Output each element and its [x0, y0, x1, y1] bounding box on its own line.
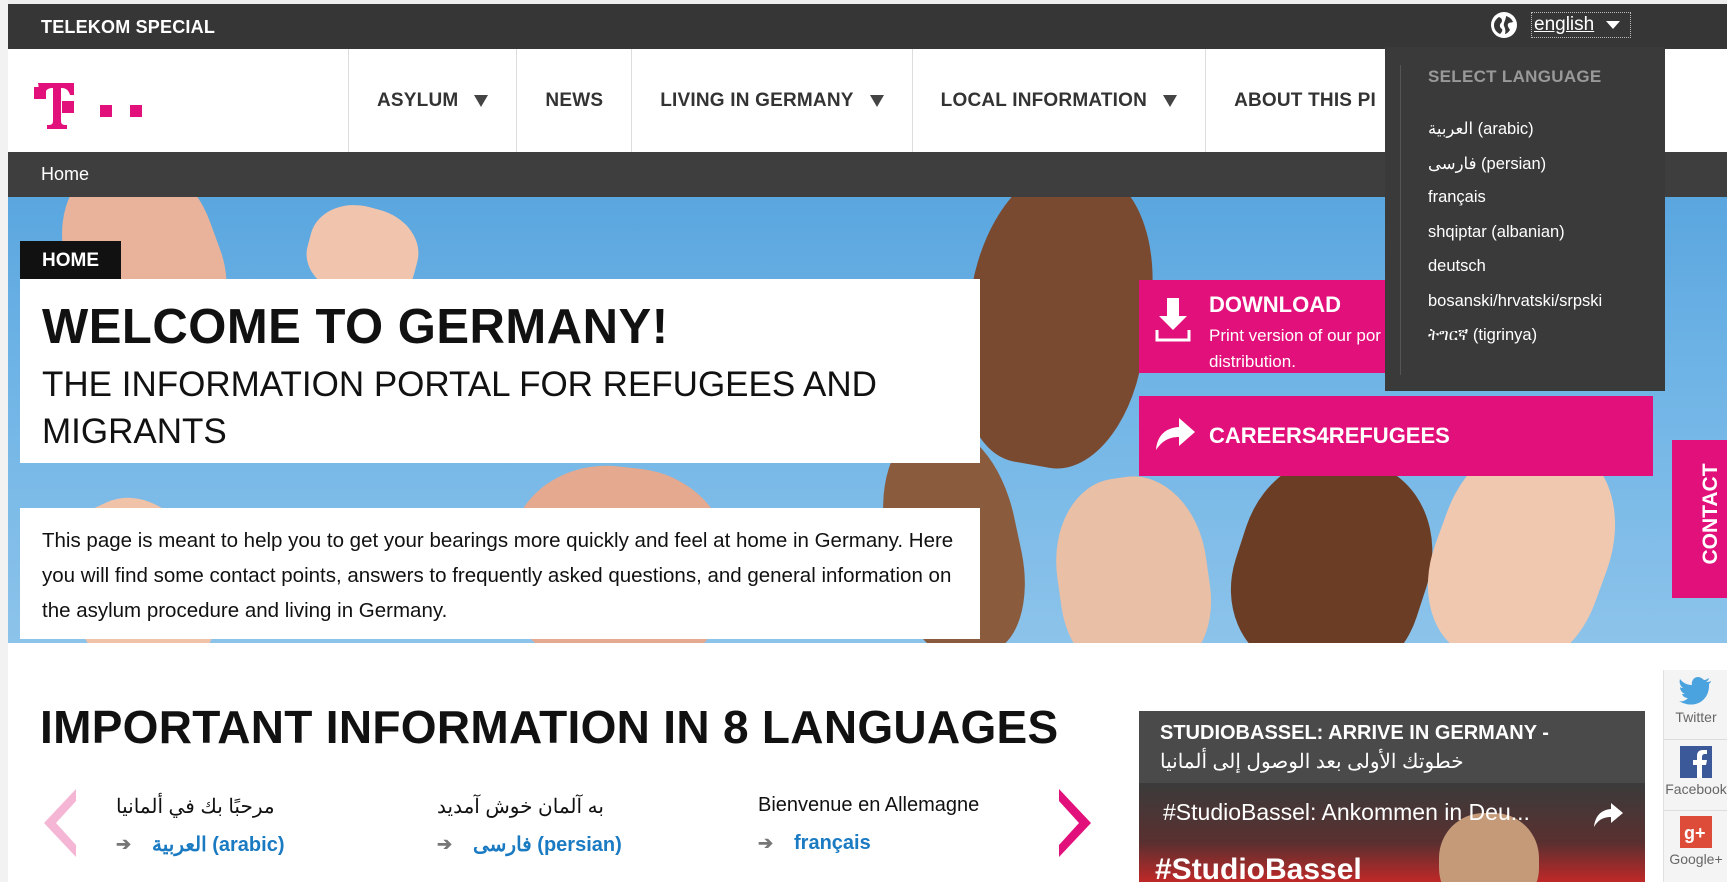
nav-menu: ASYLUM NEWS LIVING IN GERMANY LOCAL INFO…: [348, 49, 1404, 152]
studiobassel-subtitle: خطوتك الأولى بعد الوصول إلى ألمانيا: [1160, 751, 1464, 773]
google-plus-icon: g+: [1680, 816, 1712, 848]
facebook-label: Facebook: [1665, 781, 1727, 797]
nav-item-label: LOCAL INFORMATION: [940, 89, 1148, 111]
nav-item-label: LIVING IN GERMANY: [660, 89, 854, 111]
twitter-label: Twitter: [1675, 709, 1717, 725]
language-current-label: english: [1534, 14, 1595, 35]
nav-item-label: ABOUT THIS PI: [1234, 89, 1376, 111]
telekom-logo[interactable]: [34, 79, 144, 136]
language-option[interactable]: فارسی (persian): [1428, 154, 1602, 189]
video-player[interactable]: #StudioBassel: Ankommen in Deu... #Studi…: [1139, 783, 1645, 882]
page-subtitle: THE INFORMATION PORTAL FOR REFUGEES AND …: [42, 365, 877, 451]
facebook-icon: [1680, 746, 1712, 778]
language-link-label: فارسی (persian): [473, 834, 622, 856]
language-link[interactable]: ➔ français: [758, 832, 979, 855]
share-icon[interactable]: [1591, 801, 1625, 829]
language-card: مرحبًا بك في ألمانيا ➔ العربية (arabic): [116, 794, 284, 857]
greeting-text: به آلمان خوش آمدید: [437, 796, 604, 818]
divider: [1400, 65, 1401, 375]
nav-item-news[interactable]: NEWS: [516, 49, 631, 152]
section-title: IMPORTANT INFORMATION IN 8 LANGUAGES: [40, 701, 1059, 753]
language-menu: SELECT LANGUAGE العربية (arabic) فارسی (…: [1385, 47, 1665, 391]
chevron-right-icon[interactable]: [1057, 787, 1095, 859]
studiobassel-title: STUDIOBASSEL: ARRIVE IN GERMANY -: [1160, 722, 1549, 744]
download-icon: [1155, 298, 1191, 342]
language-switcher[interactable]: english: [1491, 11, 1632, 39]
chevron-down-icon: [1606, 21, 1621, 29]
caret-down-icon: [474, 94, 489, 107]
divider: [1664, 739, 1727, 740]
nav-item-label: ASYLUM: [377, 89, 459, 111]
language-card: به آلمان خوش آمدید ➔ فارسی (persian): [437, 794, 622, 857]
arrow-right-icon: ➔: [758, 833, 774, 853]
welcome-box: WELCOME TO GERMANY! THE INFORMATION PORT…: [20, 279, 980, 463]
careers4refugees-button[interactable]: CAREERS4REFUGEES: [1139, 396, 1653, 476]
careers-label: CAREERS4REFUGEES: [1209, 423, 1450, 448]
svg-text:g+: g+: [1684, 823, 1706, 843]
social-twitter[interactable]: Twitter: [1664, 676, 1727, 725]
page-tag: HOME: [20, 241, 121, 280]
hand-image: [1044, 467, 1222, 643]
frame-left: [0, 0, 8, 882]
breadcrumb-home[interactable]: Home: [41, 164, 89, 185]
studiobassel-header: STUDIOBASSEL: ARRIVE IN GERMANY - خطوتك …: [1139, 711, 1645, 783]
greeting-text: Bienvenue en Allemagne: [758, 794, 980, 816]
nav-item-local-information[interactable]: LOCAL INFORMATION: [911, 49, 1205, 152]
language-option[interactable]: ትግርኛ (tigrinya): [1428, 326, 1602, 361]
nav-item-about[interactable]: ABOUT THIS PI: [1205, 49, 1404, 152]
language-option[interactable]: bosanski/hrvatski/srpski: [1428, 292, 1602, 327]
social-google[interactable]: g+ Google+: [1664, 816, 1727, 867]
google-label: Google+: [1669, 851, 1723, 867]
language-link-label: français: [794, 832, 871, 854]
chevron-left-icon[interactable]: [40, 787, 78, 859]
divider: [1664, 810, 1727, 811]
language-option[interactable]: deutsch: [1428, 257, 1602, 292]
intro-text: This page is meant to help you to get yo…: [42, 529, 954, 622]
social-facebook[interactable]: Facebook: [1664, 746, 1727, 797]
language-dropdown-toggle[interactable]: english: [1531, 12, 1632, 38]
video-overlay-text: #StudioBassel: [1155, 853, 1362, 882]
page-title: WELCOME TO GERMANY!: [42, 300, 669, 354]
globe-icon: [1491, 12, 1517, 38]
download-text: Print version of our por distribution.: [1209, 326, 1381, 371]
language-option[interactable]: العربية (arabic): [1428, 119, 1602, 154]
language-link-label: العربية (arabic): [152, 834, 285, 856]
contact-tab[interactable]: CONTACT: [1672, 440, 1727, 598]
studiobassel-widget: STUDIOBASSEL: ARRIVE IN GERMANY - خطوتك …: [1139, 711, 1645, 882]
language-menu-heading: SELECT LANGUAGE: [1428, 67, 1602, 86]
caret-down-icon: [1163, 94, 1178, 107]
greeting-text: مرحبًا بك في ألمانيا: [116, 796, 275, 818]
arrow-right-icon: ➔: [437, 834, 453, 854]
nav-item-asylum[interactable]: ASYLUM: [348, 49, 516, 152]
language-link[interactable]: ➔ العربية (arabic): [116, 832, 284, 857]
language-option[interactable]: français: [1428, 188, 1602, 223]
language-options: العربية (arabic) فارسی (persian) françai…: [1428, 119, 1602, 361]
video-title: #StudioBassel: Ankommen in Deu...: [1163, 799, 1530, 825]
caret-down-icon: [869, 94, 884, 107]
share-arrow-icon: [1156, 418, 1195, 450]
social-bar: Twitter Facebook g+ Google+: [1663, 670, 1727, 882]
intro-box: This page is meant to help you to get yo…: [20, 508, 980, 639]
twitter-icon: [1679, 677, 1711, 705]
download-title: DOWNLOAD: [1209, 292, 1341, 317]
language-option[interactable]: shqiptar (albanian): [1428, 223, 1602, 258]
arrow-right-icon: ➔: [116, 834, 132, 854]
download-button[interactable]: DOWNLOAD Print version of our por distri…: [1139, 280, 1409, 373]
contact-label: CONTACT: [1699, 463, 1722, 565]
nav-item-living-in-germany[interactable]: LIVING IN GERMANY: [631, 49, 911, 152]
language-link[interactable]: ➔ فارسی (persian): [437, 832, 622, 857]
brand-label: TELEKOM SPECIAL: [41, 17, 216, 37]
top-bar: TELEKOM SPECIAL english: [8, 4, 1727, 49]
language-card: Bienvenue en Allemagne ➔ français: [758, 794, 979, 855]
nav-item-label: NEWS: [545, 89, 604, 111]
